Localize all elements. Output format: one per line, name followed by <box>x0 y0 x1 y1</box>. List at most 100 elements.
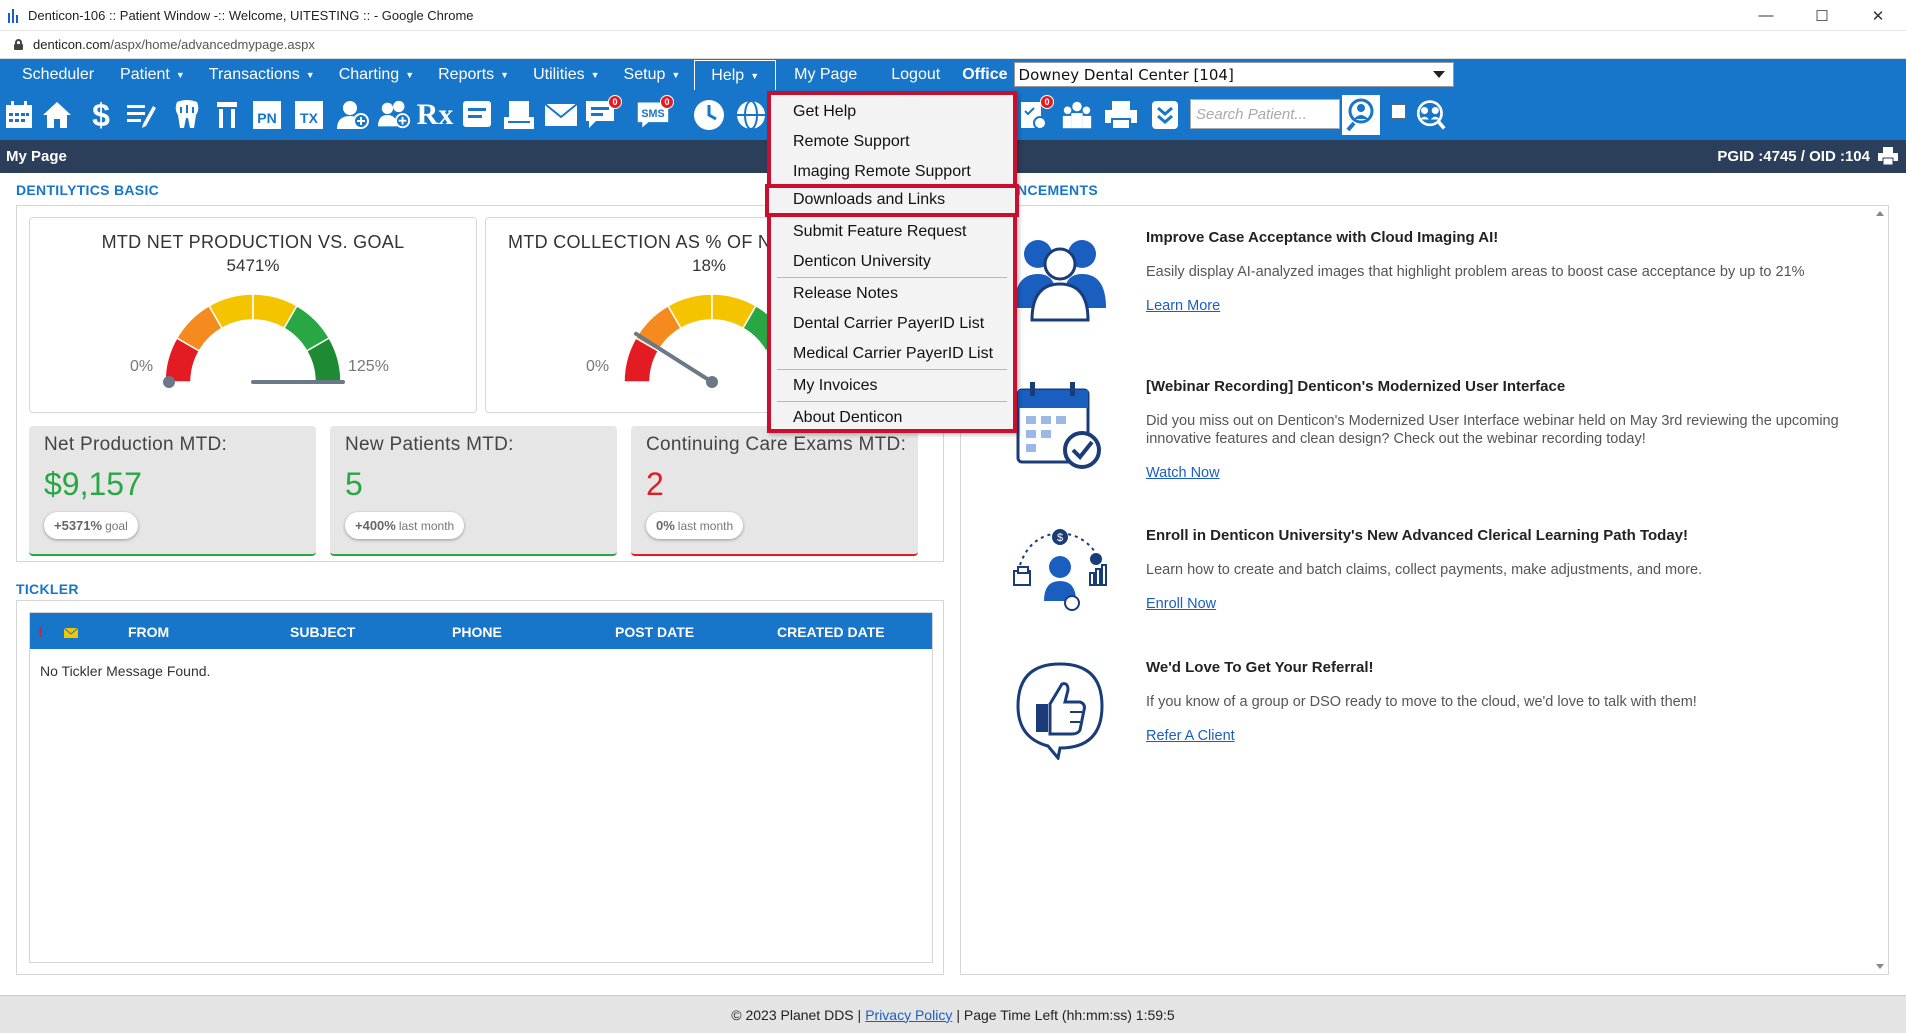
address-bar[interactable]: denticon.com/aspx/home/advancedmypage.as… <box>0 31 1906 59</box>
announcement-item: [Webinar Recording] Denticon's Modernize… <box>1146 378 1866 482</box>
denticon-app-icon <box>8 7 22 23</box>
checklist-icon[interactable]: 0 <box>1016 95 1054 133</box>
mail-icon[interactable] <box>544 97 578 133</box>
page-footer: © 2023 Planet DDS | Privacy Policy | Pag… <box>0 995 1906 1033</box>
dollar-icon[interactable]: $ <box>84 97 118 133</box>
announcement-body: Did you miss out on Denticon's Modernize… <box>1146 413 1839 447</box>
stat-card-continuing-care: Continuing Care Exams MTD: 2 0% last mont… <box>631 426 918 556</box>
print-icon[interactable] <box>1878 147 1898 165</box>
caret-down-icon: ▼ <box>305 69 315 80</box>
menu-item-get-help[interactable]: Get Help <box>771 97 1013 127</box>
globe-icon[interactable] <box>734 97 768 133</box>
search-option-checkbox[interactable] <box>1391 104 1406 119</box>
stat-card-new-patients: New Patients MTD: 5 +400% last month <box>330 426 617 556</box>
menu-item-remote-support[interactable]: Remote Support <box>771 127 1013 157</box>
home-icon[interactable] <box>40 97 74 133</box>
gauge-needle-hub <box>706 376 718 388</box>
column-subject[interactable]: SUBJECT <box>290 624 355 640</box>
caret-down-icon: ▼ <box>671 69 681 80</box>
announcement-title: Improve Case Acceptance with Cloud Imagi… <box>1146 229 1499 246</box>
announcement-title: Enroll in Denticon University's New Adva… <box>1146 527 1689 544</box>
learning-path-icon: $ <box>1013 529 1107 611</box>
nav-logout[interactable]: Logout <box>881 59 950 90</box>
caret-down-icon: ▼ <box>405 69 415 80</box>
menu-item-denticon-university[interactable]: Denticon University <box>771 247 1013 277</box>
stat-label: Net Production MTD: <box>44 434 228 455</box>
clock-icon[interactable] <box>692 97 726 133</box>
menu-item-imaging-remote-support[interactable]: Imaging Remote Support <box>771 157 1013 187</box>
dropdown-arrow-icon <box>1432 71 1445 78</box>
office-label: Office <box>962 65 1008 83</box>
collapse-down-icon[interactable] <box>1148 97 1182 133</box>
learn-more-link[interactable]: Learn More <box>1146 298 1220 314</box>
stat-comparison-pill: +5371% goal <box>44 512 138 539</box>
menu-item-dental-carrier-payerid[interactable]: Dental Carrier PayerID List <box>771 309 1013 339</box>
menu-item-downloads-and-links[interactable]: Downloads and Links <box>771 185 1013 215</box>
add-patient-icon[interactable] <box>336 97 370 133</box>
menu-item-medical-carrier-payerid[interactable]: Medical Carrier PayerID List <box>771 339 1013 369</box>
minimize-button[interactable]: — <box>1738 0 1794 31</box>
thumbs-up-icon <box>1016 662 1104 760</box>
announcement-item: Enroll in Denticon University's New Adva… <box>1146 527 1866 613</box>
gauge-chart <box>163 293 345 388</box>
watch-now-link[interactable]: Watch Now <box>1146 465 1220 481</box>
url-text[interactable]: denticon.com/aspx/home/advancedmypage.as… <box>33 37 315 52</box>
announcement-item: We'd Love To Get Your Referral! If you k… <box>1146 659 1866 745</box>
tickler-table: ! FROM SUBJECT PHONE POST DATE CREATED D… <box>29 612 933 963</box>
column-created-date[interactable]: CREATED DATE <box>777 624 885 640</box>
nav-transactions[interactable]: Transactions ▼ <box>199 59 325 90</box>
tooth-icon[interactable] <box>170 97 204 133</box>
dentilytics-section-title: DENTILYTICS BASIC <box>16 182 160 198</box>
column-from[interactable]: FROM <box>128 624 169 640</box>
menu-item-submit-feature-request[interactable]: Submit Feature Request <box>771 217 1013 247</box>
refer-a-client-link[interactable]: Refer A Client <box>1146 728 1235 744</box>
nav-my-page[interactable]: My Page <box>784 59 867 90</box>
maximize-button[interactable]: ☐ <box>1794 0 1850 31</box>
treatment-plan-icon[interactable]: TX <box>292 97 326 133</box>
nav-utilities[interactable]: Utilities ▼ <box>523 59 609 90</box>
lock-icon <box>14 39 23 50</box>
practice-ids: PGID :4745 / OID :104 <box>1717 148 1870 165</box>
gauge-card-collection: MTD COLLECTION AS % OF NE 18% 0% <box>485 217 786 413</box>
office-select[interactable]: Downey Dental Center [104] <box>1013 62 1454 87</box>
implant-icon[interactable] <box>210 97 244 133</box>
nav-reports[interactable]: Reports ▼ <box>428 59 519 90</box>
close-window-button[interactable]: ✕ <box>1850 0 1906 31</box>
page-time-left: | Page Time Left (hh:mm:ss) 1:59:5 <box>956 1006 1175 1023</box>
menu-item-about-denticon[interactable]: About Denticon <box>771 403 1013 433</box>
patient-group-search-icon[interactable] <box>1412 97 1446 133</box>
calendar-icon[interactable] <box>2 97 36 133</box>
enroll-now-link[interactable]: Enroll Now <box>1146 596 1216 612</box>
prescription-icon[interactable]: Rx <box>417 97 454 133</box>
caret-down-icon: ▼ <box>500 69 510 80</box>
gauge-needle-hub <box>163 376 175 388</box>
announcement-item: Improve Case Acceptance with Cloud Imagi… <box>1146 229 1866 315</box>
printer-icon[interactable] <box>1104 97 1138 133</box>
printer-form-icon[interactable] <box>502 97 536 133</box>
sms-icon[interactable]: SMS 0 <box>636 95 674 133</box>
menu-item-release-notes[interactable]: Release Notes <box>771 279 1013 309</box>
patient-search-input[interactable]: Search Patient... <box>1190 99 1340 129</box>
announcements-section-title: NCEMENTS <box>1017 182 1098 198</box>
gauge-chart <box>623 293 786 388</box>
tickler-section-title: TICKLER <box>16 581 79 597</box>
privacy-policy-link[interactable]: Privacy Policy <box>865 1007 952 1023</box>
gauge-card-production: MTD NET PRODUCTION VS. GOAL 5471% 0% 125… <box>29 217 477 413</box>
add-family-icon[interactable] <box>378 97 412 133</box>
messages-icon[interactable]: 0 <box>584 95 622 133</box>
sms-badge: 0 <box>660 95 674 109</box>
column-post-date[interactable]: POST DATE <box>615 624 694 640</box>
nav-charting[interactable]: Charting ▼ <box>329 59 424 90</box>
column-phone[interactable]: PHONE <box>452 624 502 640</box>
notes-icon[interactable] <box>460 97 494 133</box>
announcements-scrollbar[interactable] <box>1872 206 1888 974</box>
nav-scheduler[interactable]: Scheduler <box>12 59 104 90</box>
group-icon[interactable] <box>1060 97 1094 133</box>
progress-notes-icon[interactable]: PN <box>250 97 284 133</box>
nav-help[interactable]: Help ▼ <box>694 60 777 90</box>
nav-patient[interactable]: Patient ▼ <box>110 59 195 90</box>
edit-list-icon[interactable] <box>124 97 158 133</box>
patient-search-icon[interactable] <box>1342 95 1380 135</box>
nav-setup[interactable]: Setup ▼ <box>614 59 691 90</box>
menu-item-my-invoices[interactable]: My Invoices <box>771 371 1013 401</box>
